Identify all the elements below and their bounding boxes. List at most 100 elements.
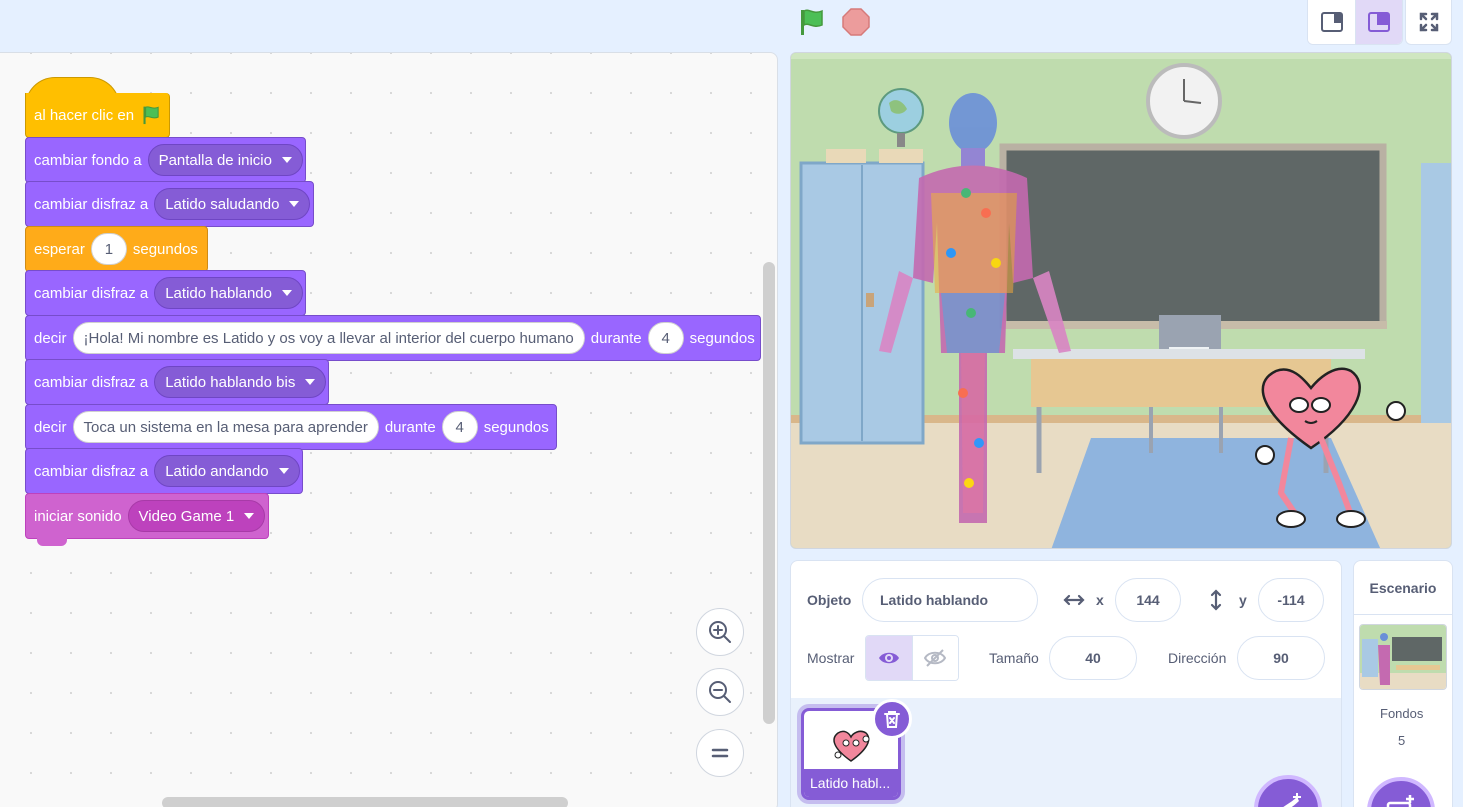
say-for-secs-block[interactable]: decir ¡Hola! Mi nombre es Latido y os vo…	[25, 315, 761, 361]
backdrops-count: 5	[1398, 733, 1406, 748]
x-label: x	[1096, 592, 1104, 608]
block-bottom-notch	[37, 538, 67, 546]
show-label: Mostrar	[807, 650, 855, 666]
dropdown-value: Pantalla de inicio	[158, 151, 272, 169]
dropdown-value: Latido andando	[165, 462, 269, 480]
top-toolbar	[0, 0, 1466, 52]
zoom-out-button[interactable]	[696, 668, 744, 716]
switch-costume-block[interactable]: cambiar disfraz a Latido andando	[25, 448, 303, 494]
dropdown-value: Video Game 1	[138, 507, 235, 525]
small-stage-button[interactable]	[1308, 0, 1355, 44]
block-label: al hacer clic en	[34, 106, 135, 124]
say-text-input[interactable]: ¡Hola! Mi nombre es Latido y os voy a ll…	[72, 322, 585, 354]
costume-dropdown[interactable]: Latido hablando	[154, 277, 303, 309]
block-label: decir	[34, 329, 67, 347]
y-label: y	[1239, 592, 1247, 608]
fullscreen-icon	[1419, 12, 1438, 32]
sprite-name-label: Latido habl...	[804, 769, 898, 797]
wait-block[interactable]: esperar 1 segundos	[25, 226, 208, 272]
switch-costume-block[interactable]: cambiar disfraz a Latido hablando	[25, 270, 306, 316]
block-suffix: segundos	[132, 240, 198, 258]
large-stage-button[interactable]	[1355, 0, 1402, 44]
stage-canvas[interactable]	[790, 52, 1452, 549]
x-arrows-icon	[1063, 594, 1085, 606]
x-position-input[interactable]: 144	[1115, 578, 1181, 622]
stage-size-toggle	[1307, 0, 1403, 45]
switch-backdrop-block[interactable]: cambiar fondo a Pantalla de inicio	[25, 137, 306, 183]
chevron-down-icon	[281, 290, 292, 296]
zoom-in-button[interactable]	[696, 608, 744, 656]
fullscreen-button[interactable]	[1405, 0, 1452, 45]
green-flag-icon	[801, 9, 823, 35]
zoom-out-icon	[709, 681, 731, 703]
chevron-down-icon	[282, 157, 292, 163]
block-label: iniciar sonido	[34, 507, 122, 525]
show-sprite-button[interactable]	[866, 636, 912, 680]
trash-icon	[884, 711, 900, 728]
stage-thumbnail-image	[1360, 625, 1446, 689]
costume-dropdown[interactable]: Latido hablando bis	[154, 366, 327, 398]
block-label: cambiar disfraz a	[34, 284, 149, 302]
wait-seconds-input[interactable]: 1	[90, 233, 127, 265]
backdrops-label: Fondos	[1380, 706, 1424, 721]
direction-label: Dirección	[1168, 650, 1227, 666]
block-label: cambiar disfraz a	[34, 195, 149, 213]
block-label: cambiar fondo a	[34, 151, 142, 169]
chevron-down-icon	[289, 201, 300, 207]
direction-input[interactable]: 90	[1237, 636, 1325, 680]
say-for-secs-block[interactable]: decir Toca un sistema en la mesa para ap…	[25, 404, 557, 450]
delete-sprite-button[interactable]	[872, 699, 912, 739]
costume-dropdown[interactable]: Latido andando	[154, 455, 300, 487]
block-label: cambiar disfraz a	[34, 462, 149, 480]
eye-off-icon	[924, 649, 947, 667]
zoom-reset-button[interactable]	[696, 729, 744, 777]
start-sound-block[interactable]: iniciar sonido Video Game 1	[25, 493, 269, 539]
zoom-in-icon	[709, 621, 731, 643]
chevron-down-icon	[244, 513, 255, 519]
block-suffix: segundos	[689, 329, 755, 347]
switch-costume-block[interactable]: cambiar disfraz a Latido saludando	[25, 181, 314, 227]
stage-scene	[791, 53, 1451, 548]
stop-button[interactable]	[838, 6, 874, 38]
zoom-reset-icon	[711, 748, 729, 758]
dropdown-value: Latido saludando	[165, 195, 280, 213]
stage-thumbnail[interactable]	[1359, 624, 1447, 690]
say-text-input[interactable]: Toca un sistema en la mesa para aprender	[72, 411, 379, 443]
dropdown-value: Latido hablando	[165, 284, 272, 302]
block-suffix: segundos	[483, 418, 549, 436]
dropdown-value: Latido hablando bis	[165, 373, 296, 391]
stage-selector-title: Escenario	[1354, 561, 1452, 615]
green-flag-button[interactable]	[792, 6, 830, 38]
when-flag-clicked-block[interactable]: al hacer clic en	[25, 93, 170, 138]
add-backdrop-icon	[1386, 795, 1414, 807]
sprite-name-input[interactable]: Latido hablando	[862, 578, 1038, 622]
size-label: Tamaño	[989, 650, 1039, 666]
add-sprite-icon	[1283, 793, 1301, 807]
say-seconds-input[interactable]: 4	[647, 322, 684, 354]
stop-icon	[842, 8, 870, 36]
y-position-input[interactable]: -114	[1258, 578, 1324, 622]
chevron-down-icon	[278, 468, 289, 474]
block-mid: durante	[384, 418, 436, 436]
say-seconds-input[interactable]: 4	[441, 411, 478, 443]
visibility-toggle	[865, 635, 959, 681]
size-input[interactable]: 40	[1049, 636, 1137, 680]
costume-dropdown[interactable]: Latido saludando	[154, 188, 311, 220]
y-arrows-icon	[1210, 589, 1222, 611]
switch-costume-block[interactable]: cambiar disfraz a Latido hablando bis	[25, 359, 329, 405]
green-flag-icon	[143, 106, 159, 125]
backdrop-dropdown[interactable]: Pantalla de inicio	[147, 144, 303, 176]
chevron-down-icon	[305, 379, 316, 385]
sound-dropdown[interactable]: Video Game 1	[127, 500, 266, 532]
horizontal-scrollbar[interactable]	[162, 797, 568, 807]
hide-sprite-button[interactable]	[911, 636, 958, 680]
object-label: Objeto	[807, 592, 852, 608]
block-mid: durante	[590, 329, 642, 347]
block-label: decir	[34, 418, 67, 436]
block-label: cambiar disfraz a	[34, 373, 149, 391]
large-stage-icon	[1368, 12, 1390, 32]
eye-icon	[878, 652, 899, 664]
block-label: esperar	[34, 240, 85, 258]
small-stage-icon	[1320, 12, 1343, 32]
vertical-scrollbar[interactable]	[763, 262, 775, 724]
